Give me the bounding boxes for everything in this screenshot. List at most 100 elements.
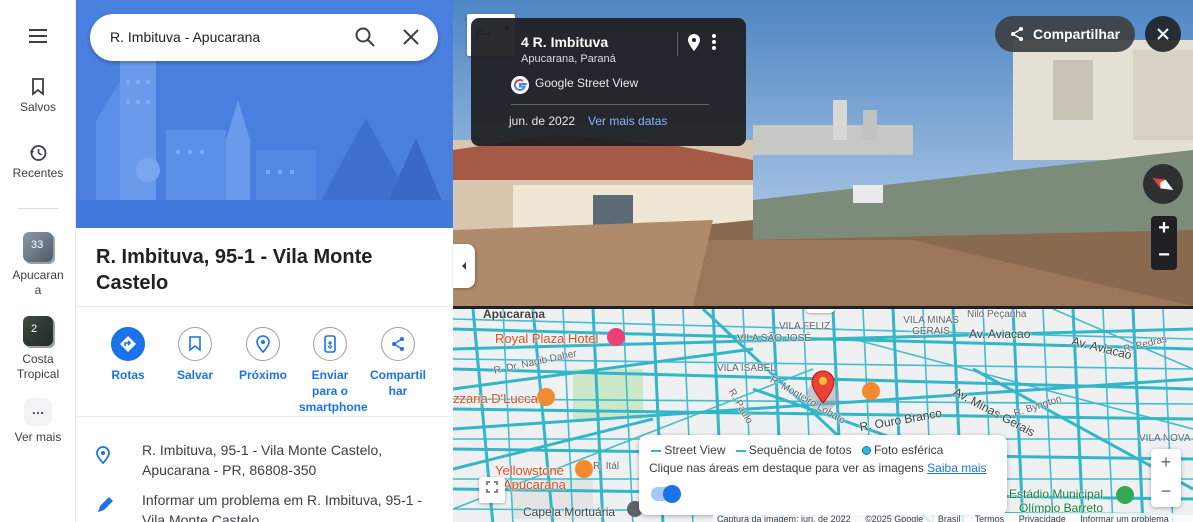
location-pin-icon [96, 446, 110, 469]
nearby-label: Próximo [238, 368, 287, 382]
recent-place-apucarana[interactable]: 33 Apucarana [0, 232, 76, 298]
street-view-info-card: 4 R. Imbituva Apucarana, Paraná Google S… [471, 18, 746, 146]
hero-illustration: R. Imbituva - Apucarana [76, 0, 453, 228]
pencil-icon [96, 496, 114, 519]
search-icon[interactable] [354, 26, 376, 53]
zoom-in-button[interactable]: + [1151, 216, 1177, 243]
saved-button[interactable]: Salvos [0, 78, 76, 114]
routes-button[interactable]: Rotas [96, 322, 160, 383]
country-link[interactable]: Brasil [938, 514, 961, 522]
history-icon [30, 145, 47, 161]
map-zoom-in-button[interactable]: + [1151, 449, 1181, 478]
recent-place-label: Apucarana [12, 268, 64, 297]
recent-place-costa-tropical[interactable]: 2 Costa Tropical [0, 316, 76, 382]
thumb-count: 33 [31, 239, 44, 251]
place-thumbnail: 2 [23, 316, 53, 346]
map-poi-label[interactable]: Capela Mortuária [523, 505, 615, 519]
send-label: Enviar para o smartphone [299, 368, 368, 414]
nearby-button[interactable]: Próximo [231, 322, 295, 383]
map-poi-label[interactable]: Royal Plaza Hotel [495, 331, 598, 346]
legend-row: Street View Sequência de fotos Foto esfé… [651, 443, 943, 457]
search-input[interactable]: R. Imbituva - Apucarana [110, 29, 260, 45]
rail-divider [18, 208, 58, 209]
map-label: VILA FELIZ [779, 321, 831, 332]
place-panel: R. Imbituva - Apucarana R. Imbituva, 95-… [76, 0, 453, 522]
resize-handle[interactable] [805, 309, 835, 313]
place-title: R. Imbituva, 95-1 - Vila Monte Castelo [96, 246, 373, 294]
expand-map-button[interactable] [479, 477, 505, 503]
recent-place-label: Costa Tropical [16, 352, 60, 381]
divider [76, 416, 453, 417]
close-icon [1157, 28, 1169, 40]
map-label: R. Itál [593, 461, 620, 472]
action-bar: Rotas Salvar Próximo Enviar para o smart… [76, 322, 453, 415]
nearby-icon [246, 327, 280, 361]
google-logo-icon [511, 76, 529, 99]
thumb-count: 2 [31, 323, 38, 335]
vertical-divider [677, 32, 678, 56]
left-rail: Salvos Recentes 33 Apucarana 2 Costa Tro… [0, 0, 76, 522]
more-options-icon[interactable] [711, 32, 717, 57]
street-view-panel[interactable]: P+ ▼ 4 R. Imbituva Apucarana, Paraná Goo… [453, 0, 1193, 306]
terms-link[interactable]: Termos [975, 514, 1005, 522]
dashed-line-icon [735, 449, 746, 452]
legend-hint: Clique nas áreas em destaque para ver as… [649, 461, 924, 475]
search-box[interactable]: R. Imbituva - Apucarana [90, 14, 438, 61]
close-icon[interactable] [400, 26, 422, 53]
more-button[interactable]: … Ver mais [0, 398, 76, 444]
map-poi-label[interactable]: zzaria D'Lucca [453, 391, 538, 406]
dot-icon [861, 446, 871, 456]
save-button[interactable]: Salvar [163, 322, 227, 383]
recent-button[interactable]: Recentes [0, 144, 76, 180]
line-icon [651, 449, 661, 452]
divider [511, 104, 709, 105]
zoom-out-button[interactable]: − [1151, 243, 1177, 270]
sv-share-label: Compartilhar [1033, 26, 1121, 42]
chevron-left-icon [462, 262, 466, 270]
routes-label: Rotas [111, 368, 145, 382]
send-to-phone-button[interactable]: Enviar para o smartphone [298, 322, 368, 415]
map-label: VILA SÃO JOSÉ [737, 333, 811, 344]
share-button[interactable]: Compartilhar [366, 322, 430, 399]
map-zoom-out-button[interactable]: − [1151, 478, 1181, 507]
map-pin-icon[interactable] [687, 32, 701, 57]
legend-toggle[interactable] [651, 485, 681, 503]
sv-close-button[interactable] [1145, 16, 1181, 52]
share-label: Compartilhar [369, 368, 426, 398]
map-poi-label[interactable]: Yellowstone [495, 463, 564, 478]
sv-zoom-control: + − [1151, 216, 1177, 270]
save-label: Salvar [176, 368, 214, 382]
address-text: R. Imbituva, 95-1 - Vila Monte Castelo, … [142, 442, 383, 478]
map-panel[interactable]: Apucarana Royal Plaza Hotel VILA FELIZ V… [453, 306, 1193, 522]
toggle-knob [663, 485, 681, 503]
learn-more-link[interactable]: Saiba mais [927, 461, 986, 475]
map-zoom-control: + − [1151, 449, 1181, 507]
more-dates-link[interactable]: Ver mais datas [588, 114, 667, 128]
sv-address: 4 R. Imbituva [521, 34, 609, 50]
map-label: VILA NOVA [1139, 433, 1191, 444]
map-poi-label[interactable]: Estádio Municipal [1009, 487, 1103, 501]
compass-icon[interactable] [1143, 164, 1183, 204]
bookmark-icon [32, 78, 44, 96]
share-icon [381, 327, 415, 361]
bookmark-icon [178, 327, 212, 361]
collapse-panel-button[interactable] [453, 244, 475, 288]
expand-icon [486, 481, 498, 493]
sv-share-button[interactable]: Compartilhar [995, 16, 1135, 52]
map-label: Nilo Peçanha [967, 309, 1027, 320]
more-label: Ver mais [14, 430, 62, 444]
legend-spherical: Foto esférica [873, 443, 944, 457]
menu-button[interactable] [0, 28, 76, 48]
sv-date: jun. de 2022 [509, 114, 576, 128]
copyright: ©2025 Google [865, 514, 924, 522]
report-link[interactable]: Informar um problema [1080, 514, 1169, 522]
sv-city: Apucarana, Paraná [521, 53, 616, 65]
capture-date: Captura da imagem: jun. de 2022 [717, 514, 851, 522]
map-poi-label[interactable]: Apucarana [503, 477, 566, 492]
privacy-link[interactable]: Privacidade [1019, 514, 1066, 522]
sv-source: Google Street View [535, 76, 639, 90]
phone-icon [313, 327, 347, 361]
map-label: Av. Aviacao [969, 327, 1031, 341]
map-label: Apucarana [483, 307, 546, 321]
place-thumbnail: 33 [23, 232, 53, 262]
